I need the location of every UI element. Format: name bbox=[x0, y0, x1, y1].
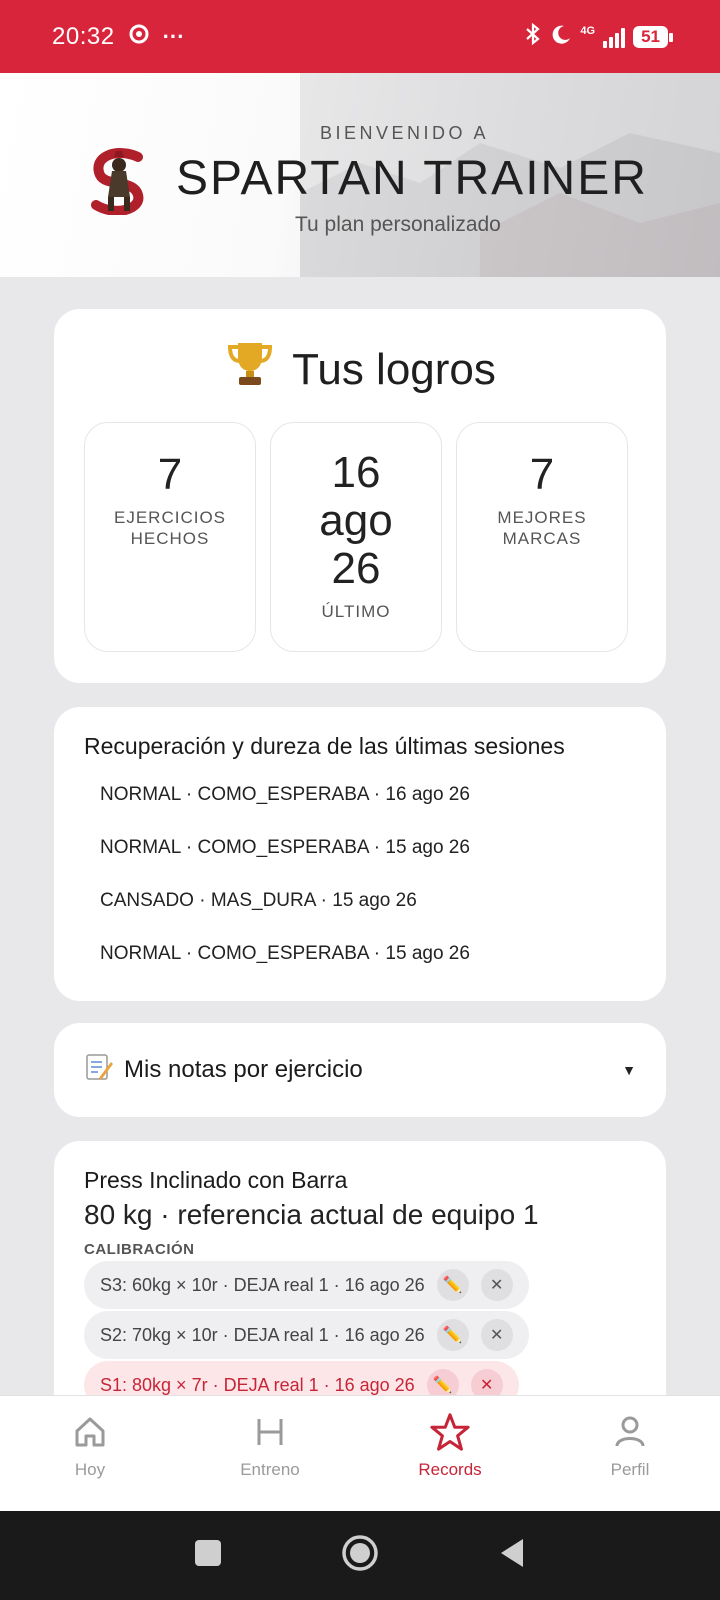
star-icon bbox=[430, 1412, 470, 1452]
close-icon[interactable]: ✕ bbox=[480, 1319, 513, 1351]
set-label: S3: 60kg × 10r · DEJA real 1 · 16 ago 26 bbox=[100, 1274, 425, 1295]
pencil-icon[interactable]: ✏️ bbox=[436, 1319, 469, 1351]
stat-label: MEJORES MARCAS bbox=[497, 508, 587, 548]
stat-last-session: 16 ago 26 ÚLTIMO bbox=[270, 422, 442, 652]
status-bar: 20:32 ··· 4G 51 bbox=[0, 0, 720, 73]
recovery-card: Recuperación y dureza de las últimas ses… bbox=[54, 707, 666, 1001]
set-chip: S3: 60kg × 10r · DEJA real 1 · 16 ago 26… bbox=[84, 1261, 529, 1309]
stat-exercises-done: 7 EJERCICIOS HECHOS bbox=[84, 422, 256, 652]
list-item: CANSADO · MAS_DURA · 15 ago 26 bbox=[100, 890, 417, 911]
moon-icon bbox=[550, 23, 572, 51]
chevron-down-icon[interactable]: ▼ bbox=[622, 1062, 636, 1078]
system-navigation-bar bbox=[0, 1511, 720, 1600]
home-button[interactable] bbox=[341, 1534, 379, 1577]
close-icon[interactable]: ✕ bbox=[480, 1269, 513, 1301]
list-item: NORMAL · COMO_ESPERABA · 16 ago 26 bbox=[100, 784, 470, 805]
spartan-logo bbox=[91, 148, 144, 215]
more-notifications-icon: ··· bbox=[162, 23, 185, 49]
person-icon bbox=[610, 1412, 650, 1452]
set-label: S1: 80kg × 7r · DEJA real 1 · 16 ago 26 bbox=[100, 1374, 415, 1395]
stat-value: 16 ago 26 bbox=[319, 448, 393, 593]
bluetooth-icon bbox=[524, 22, 542, 52]
nav-item-records[interactable]: Records bbox=[360, 1396, 540, 1511]
stat-label: ÚLTIMO bbox=[321, 602, 391, 621]
nav-item-perfil[interactable]: Perfil bbox=[540, 1396, 720, 1511]
status-time: 20:32 bbox=[52, 22, 115, 50]
nav-label: Hoy bbox=[74, 1460, 106, 1479]
memo-icon bbox=[84, 1052, 114, 1089]
stat-personal-bests: 7 MEJORES MARCAS bbox=[456, 422, 628, 652]
recovery-title: Recuperación y dureza de las últimas ses… bbox=[84, 733, 565, 759]
welcome-kicker: BIENVENIDO A bbox=[320, 123, 490, 143]
notes-title: Mis notas por ejercicio bbox=[84, 1052, 363, 1089]
trophy-icon bbox=[224, 339, 276, 400]
set-label: S2: 70kg × 10r · DEJA real 1 · 16 ago 26 bbox=[100, 1324, 425, 1345]
recents-button[interactable] bbox=[193, 1538, 223, 1573]
battery-indicator: 51 bbox=[633, 25, 673, 48]
welcome-header: BIENVENIDO A SPARTAN TRAINER Tu plan per… bbox=[0, 73, 720, 277]
h-icon bbox=[250, 1412, 290, 1452]
list-item: NORMAL · COMO_ESPERABA · 15 ago 26 bbox=[100, 837, 470, 858]
nav-item-hoy[interactable]: Hoy bbox=[0, 1396, 180, 1511]
network-type: 4G bbox=[580, 24, 596, 37]
recovery-list: NORMAL · COMO_ESPERABA · 16 ago 26 NORMA… bbox=[100, 783, 470, 995]
pencil-icon[interactable]: ✏️ bbox=[436, 1269, 469, 1301]
achievements-title: Tus logros bbox=[54, 339, 666, 400]
achievements-card: Tus logros 7 EJERCICIOS HECHOS 16 ago 26… bbox=[54, 309, 666, 683]
exercise-notes-dropdown[interactable]: Mis notas por ejercicio ▼ bbox=[54, 1023, 666, 1117]
stat-label: EJERCICIOS HECHOS bbox=[113, 508, 227, 548]
achievements-title-text: Tus logros bbox=[292, 344, 496, 394]
home-icon bbox=[70, 1412, 110, 1452]
stat-value: 7 bbox=[157, 450, 183, 499]
chrome-icon bbox=[129, 24, 149, 49]
bottom-navigation: Hoy Entreno Records Perfil bbox=[0, 1395, 720, 1511]
back-button[interactable] bbox=[497, 1537, 527, 1574]
app-subtitle: Tu plan personalizado bbox=[295, 213, 501, 236]
nav-label: Records bbox=[418, 1460, 482, 1479]
nav-label: Perfil bbox=[610, 1460, 650, 1479]
signal-icon bbox=[603, 26, 626, 48]
notes-title-text: Mis notas por ejercicio bbox=[124, 1056, 363, 1083]
nav-label: Entreno bbox=[240, 1460, 300, 1479]
list-item: NORMAL · COMO_ESPERABA · 15 ago 26 bbox=[100, 943, 470, 964]
app-title: SPARTAN TRAINER bbox=[176, 152, 648, 205]
section-label: CALIBRACIÓN bbox=[84, 1241, 195, 1258]
set-chip: S2: 70kg × 10r · DEJA real 1 · 16 ago 26… bbox=[84, 1311, 529, 1359]
exercise-title: Press Inclinado con Barra bbox=[84, 1167, 348, 1193]
exercise-reference: 80 kg · referencia actual de equipo 1 bbox=[84, 1199, 539, 1230]
stat-value: 7 bbox=[529, 450, 555, 499]
nav-item-entreno[interactable]: Entreno bbox=[180, 1396, 360, 1511]
